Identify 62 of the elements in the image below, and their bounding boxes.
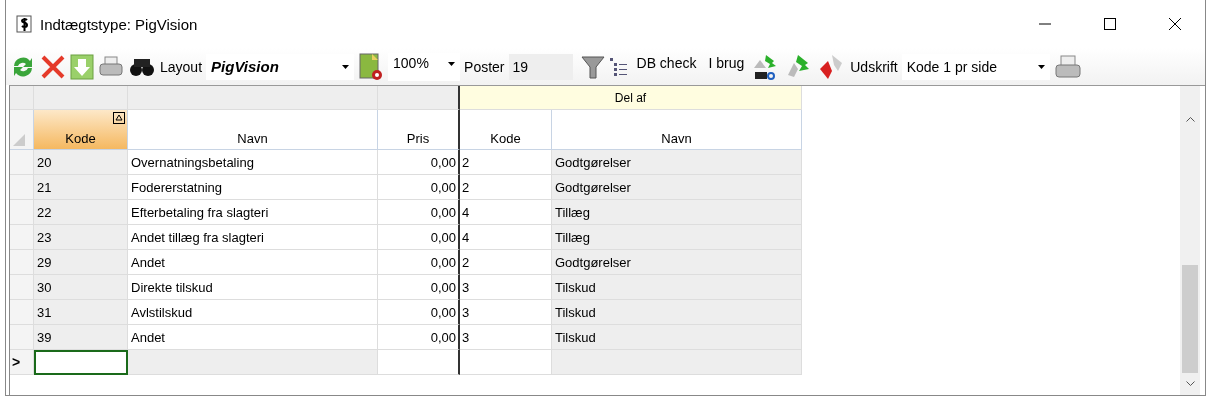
- table-cell: Godtgørelser: [552, 150, 802, 175]
- column-header[interactable]: Kode: [34, 110, 128, 150]
- delete-icon[interactable]: [40, 53, 66, 80]
- table-cell: 39: [34, 325, 128, 350]
- table-cell: Tillæg: [552, 225, 802, 250]
- poster-label: Poster: [464, 58, 505, 75]
- download-icon[interactable]: [70, 53, 94, 80]
- filter-icon[interactable]: [580, 53, 605, 80]
- sort-ascending-icon: [113, 112, 125, 124]
- column-header[interactable]: Pris: [378, 110, 460, 150]
- table-cell: Tilskud: [552, 275, 802, 300]
- dropdown-caret-icon: [342, 64, 350, 69]
- table-cell: Avlstilskud: [128, 300, 378, 325]
- table-cell: Andet tillæg fra slagteri: [128, 225, 378, 250]
- table-cell: Godtgørelser: [552, 175, 802, 200]
- table-cell: 21: [34, 175, 128, 200]
- db-check-button[interactable]: DB check: [632, 54, 701, 71]
- dropdown-caret-icon: [1037, 64, 1045, 69]
- table-cell: Efterbetaling fra slagteri: [128, 200, 378, 225]
- table-cell: Tilskud: [552, 300, 802, 325]
- corner-icon: [13, 134, 25, 146]
- table-cell: Tillæg: [552, 200, 802, 225]
- dollar-icon: [16, 15, 32, 33]
- tree-list-icon[interactable]: [608, 56, 629, 77]
- table-cell: 20: [34, 150, 128, 175]
- print-label: Udskrift: [850, 58, 898, 75]
- maximize-icon[interactable]: [1104, 18, 1116, 30]
- table-cell: 0,00: [378, 275, 460, 300]
- column-header[interactable]: Navn: [128, 110, 378, 150]
- table-cell: Fodererstatning: [128, 175, 378, 200]
- table-cell: 0,00: [378, 225, 460, 250]
- dropdown-caret-icon: [448, 61, 456, 66]
- table-cell: 23: [34, 225, 128, 250]
- table-cell: 0,00: [378, 325, 460, 350]
- table-cell: Andet: [128, 250, 378, 275]
- table-cell: 0,00: [378, 175, 460, 200]
- table-cell: 30: [34, 275, 128, 300]
- table-cell: 0,00: [378, 200, 460, 225]
- table-cell: Godtgørelser: [552, 250, 802, 275]
- new-row-marker: >: [10, 350, 34, 375]
- close-icon[interactable]: [1169, 18, 1181, 30]
- table-cell: 31: [34, 300, 128, 325]
- table-cell: Direkte tilskud: [128, 275, 378, 300]
- scroll-down-icon[interactable]: [1185, 381, 1195, 387]
- table-cell: Overnatningsbetaling: [128, 150, 378, 175]
- new-row-input[interactable]: [34, 350, 128, 375]
- scroll-up-icon[interactable]: [1185, 116, 1195, 122]
- poster-count-field: 19: [508, 53, 573, 80]
- printer-icon[interactable]: [1053, 53, 1082, 80]
- layout-label: Layout: [160, 58, 203, 75]
- in-use-button[interactable]: I brug: [704, 54, 749, 71]
- column-header[interactable]: Kode: [460, 110, 552, 150]
- table-cell: 0,00: [378, 150, 460, 175]
- table-cell: 22: [34, 200, 128, 225]
- table-cell: 0,00: [378, 250, 460, 275]
- group-header: Del af: [460, 86, 802, 110]
- table-cell: Tilskud: [552, 325, 802, 350]
- scrollbar-thumb[interactable]: [1182, 265, 1198, 373]
- table-cell: 29: [34, 250, 128, 275]
- table-cell: 0,00: [378, 300, 460, 325]
- vertical-scrollbar[interactable]: [1180, 86, 1200, 395]
- window-title: Indtægtstype: PigVision: [40, 15, 198, 33]
